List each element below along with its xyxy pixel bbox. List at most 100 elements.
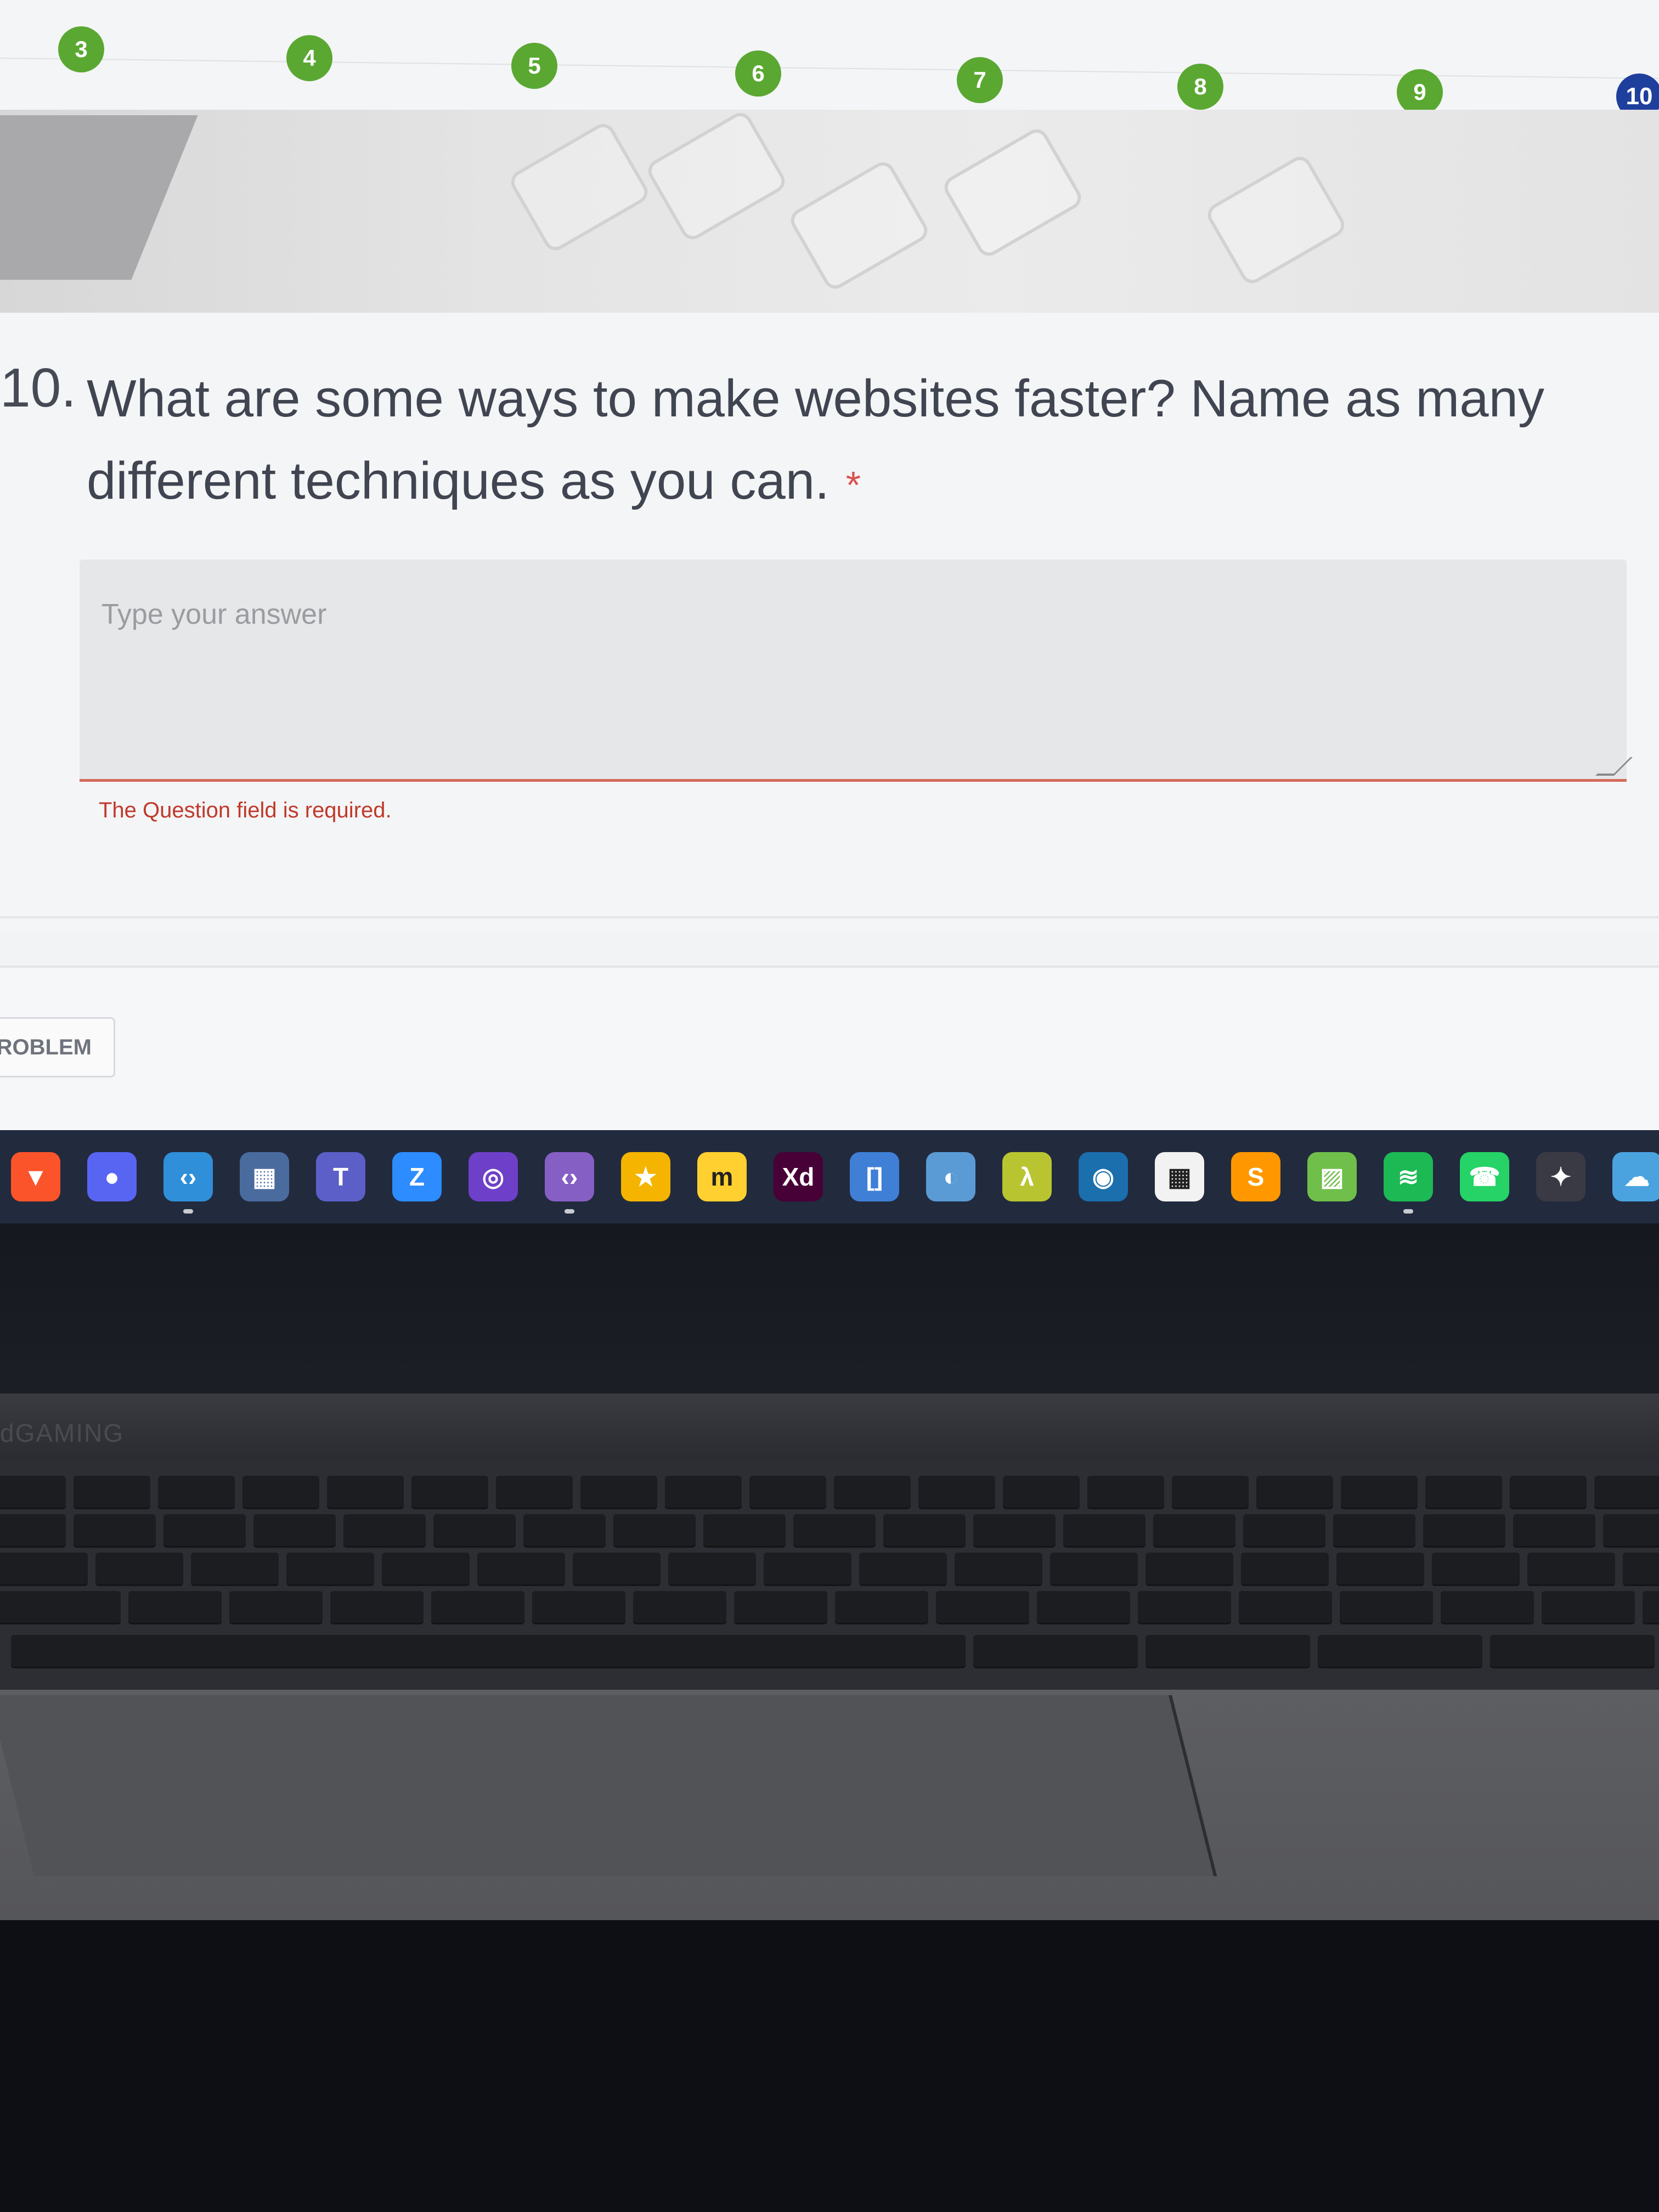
- progress-step-4[interactable]: 4: [286, 35, 332, 81]
- cycle-app-icon[interactable]: ◐: [926, 1152, 975, 1201]
- keyboard-key: [1146, 1635, 1310, 1667]
- keyboard-key: [229, 1591, 323, 1623]
- keyboard-key: [327, 1476, 404, 1508]
- question-text: What are some ways to make websites fast…: [87, 358, 1557, 526]
- keyboard-key: [1594, 1476, 1659, 1508]
- progress-step-7[interactable]: 7: [957, 57, 1003, 103]
- spotify-icon[interactable]: ≋: [1384, 1152, 1433, 1214]
- banner-shadow: [0, 115, 198, 280]
- keyboard-key: [1050, 1553, 1138, 1584]
- adobe-xd-icon[interactable]: Xd: [774, 1152, 823, 1201]
- banner-key-shape: [506, 119, 652, 255]
- keyboard-key: [523, 1514, 606, 1546]
- keyboard-key: [734, 1591, 827, 1623]
- banner-key-shape: [940, 125, 1086, 261]
- keyboard-key: [834, 1476, 911, 1508]
- browser-screen: 3 4 5 6 7 8 9 10 10. What are some ways …: [0, 0, 1659, 1223]
- keyboard-key: [11, 1635, 966, 1667]
- laptop-touchpad: [0, 1695, 1217, 1876]
- image-editor-icon[interactable]: ▨: [1307, 1152, 1357, 1201]
- cloud-app-icon[interactable]: ☁: [1612, 1152, 1659, 1201]
- keyboard-key: [74, 1476, 150, 1508]
- visual-studio-icon[interactable]: ‹›: [545, 1152, 594, 1214]
- windows-taskbar: ▼ ● ‹› ▦ T Z ◎ ‹› ★ m Xd [] ◐ λ ◉ ▦ S ▨ ≋ ☎ ✦ ☁: [0, 1130, 1659, 1223]
- keyboard-key: [973, 1635, 1138, 1667]
- keyboard-key: [433, 1514, 516, 1546]
- keyboard-row: [0, 1476, 1659, 1508]
- progress-step-6[interactable]: 6: [735, 50, 781, 97]
- keyboard-row: [0, 1514, 1659, 1546]
- github-desktop-icon[interactable]: ◎: [469, 1152, 518, 1201]
- bracket-app-icon[interactable]: []: [850, 1152, 899, 1201]
- laptop-hinge: [0, 1393, 1659, 1459]
- calculator-icon[interactable]: ▦: [240, 1152, 289, 1201]
- lambda-app-icon[interactable]: λ: [1002, 1152, 1052, 1201]
- star-app-icon[interactable]: ★: [621, 1152, 670, 1201]
- progress-step-9[interactable]: 9: [1397, 69, 1443, 115]
- keyboard-key: [1172, 1476, 1249, 1508]
- keyboard-key: [918, 1476, 995, 1508]
- keyboard-key: [1318, 1635, 1482, 1667]
- keyboard-key: [1239, 1591, 1332, 1623]
- keyboard-key: [1087, 1476, 1164, 1508]
- keyboard-key: [477, 1553, 565, 1584]
- keyboard-key: [191, 1553, 279, 1584]
- keyboard-key: [1643, 1591, 1659, 1623]
- keyboard-key: [496, 1476, 573, 1508]
- zoom-icon[interactable]: Z: [392, 1152, 442, 1201]
- banner-key-shape: [1203, 152, 1349, 288]
- vscode-icon[interactable]: ‹›: [163, 1152, 213, 1214]
- keyboard-row: [11, 1635, 1659, 1667]
- laptop-keyboard: [0, 1459, 1659, 1690]
- answer-field[interactable]: [80, 560, 1633, 782]
- running-indicator: [1403, 1209, 1413, 1214]
- keyboard-key: [95, 1553, 183, 1584]
- keyboard-key: [1336, 1553, 1424, 1584]
- sublime-text-icon[interactable]: S: [1231, 1152, 1280, 1201]
- keyboard-key: [749, 1476, 826, 1508]
- keyboard-key: [1441, 1591, 1534, 1623]
- answer-textarea[interactable]: [80, 560, 1627, 779]
- whatsapp-icon[interactable]: ☎: [1460, 1152, 1509, 1201]
- davinci-resolve-icon[interactable]: ✦: [1536, 1152, 1585, 1201]
- keyboard-key: [1490, 1635, 1655, 1667]
- keyboard-row: [0, 1591, 1659, 1623]
- keyboard-key: [1542, 1591, 1635, 1623]
- report-problem-button[interactable]: ROBLEM: [0, 1017, 115, 1077]
- laptop-brand-logo: dGAMING: [0, 1419, 125, 1447]
- keyboard-key: [580, 1476, 657, 1508]
- laptop-bezel: [0, 1223, 1659, 1404]
- keyboard-key: [764, 1553, 851, 1584]
- keyboard-key: [1513, 1514, 1595, 1546]
- progress-step-8[interactable]: 8: [1177, 64, 1223, 110]
- keyboard-key: [343, 1514, 426, 1546]
- banner-key-shape: [786, 157, 932, 294]
- steam-icon[interactable]: ◉: [1079, 1152, 1128, 1201]
- discord-icon[interactable]: ●: [87, 1152, 137, 1201]
- keyboard-key: [1432, 1553, 1520, 1584]
- question-number: 10.: [0, 357, 77, 419]
- keyboard-key: [1340, 1591, 1433, 1623]
- running-indicator: [565, 1209, 574, 1214]
- keyboard-key: [431, 1591, 524, 1623]
- keyboard-key: [163, 1514, 246, 1546]
- keyboard-key: [1138, 1591, 1231, 1623]
- keyboard-key: [128, 1591, 222, 1623]
- keyboard-key: [955, 1553, 1042, 1584]
- desk-surface: [0, 1920, 1659, 2212]
- progress-step-3[interactable]: 3: [58, 26, 104, 72]
- keyboard-key: [1003, 1476, 1080, 1508]
- keyboard-key: [703, 1514, 786, 1546]
- question-banner-image: [0, 110, 1659, 313]
- brave-icon[interactable]: ▼: [11, 1152, 60, 1201]
- miro-icon[interactable]: m: [697, 1152, 747, 1201]
- teams-icon[interactable]: T: [316, 1152, 365, 1201]
- keyboard-key: [1623, 1553, 1659, 1584]
- keyboard-key: [0, 1476, 66, 1508]
- microsoft-store-icon[interactable]: ▦: [1155, 1152, 1204, 1201]
- question-prompt: What are some ways to make websites fast…: [87, 369, 1545, 510]
- keyboard-key: [835, 1591, 928, 1623]
- progress-step-5[interactable]: 5: [511, 43, 557, 89]
- keyboard-key: [1243, 1514, 1325, 1546]
- keyboard-key: [668, 1553, 756, 1584]
